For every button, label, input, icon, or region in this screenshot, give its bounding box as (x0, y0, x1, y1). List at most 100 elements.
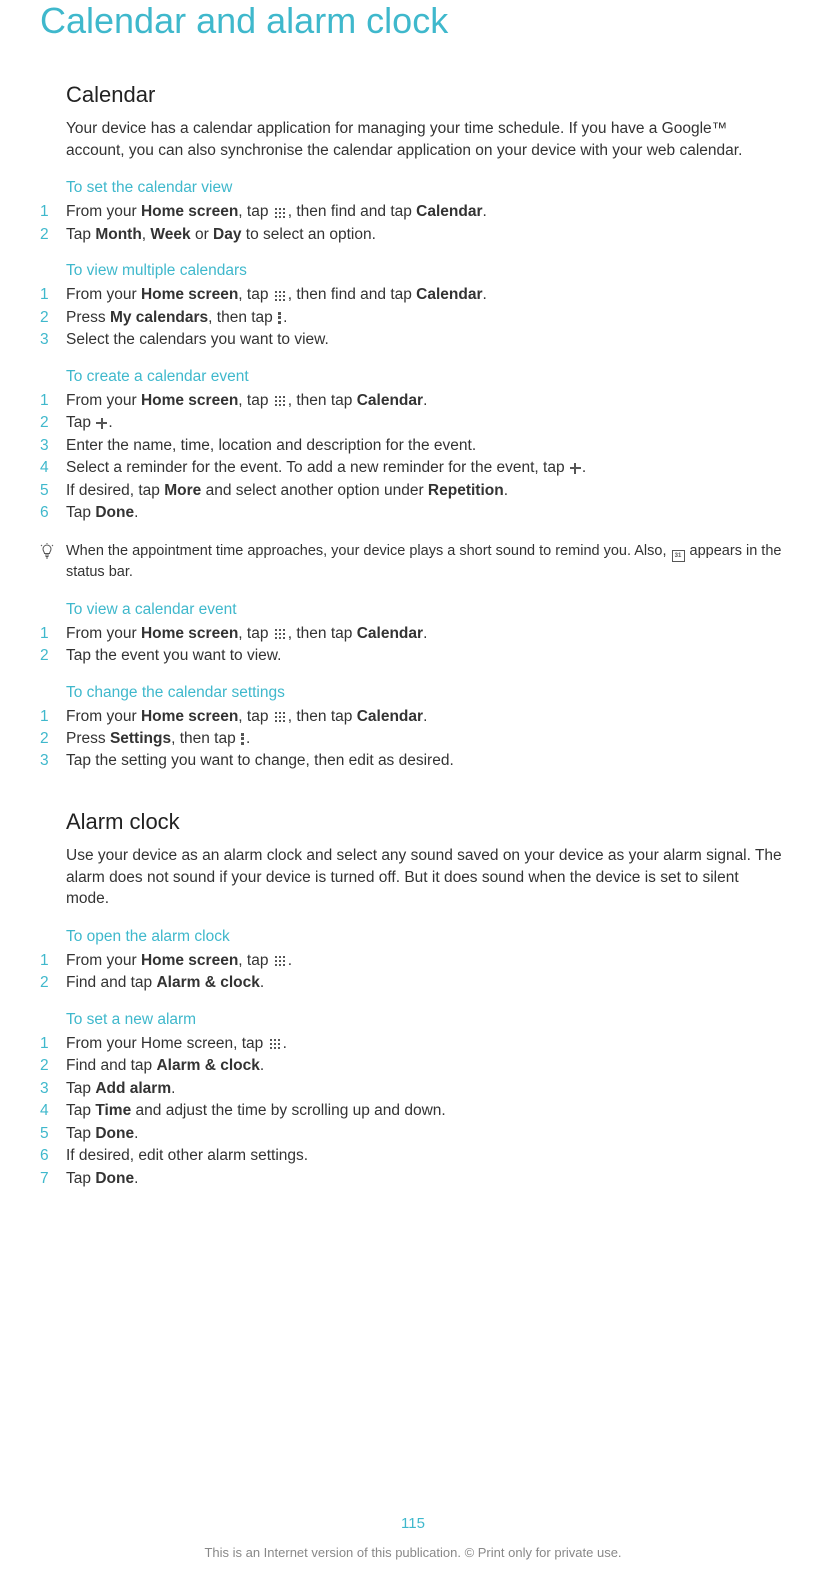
instruction-step: 3Select the calendars you want to view. (66, 329, 786, 351)
step-number: 2 (40, 728, 66, 750)
instruction-step: 5If desired, tap More and select another… (66, 480, 786, 502)
instruction-step: 2Tap the event you want to view. (66, 645, 786, 667)
tip-icon (40, 543, 54, 559)
instruction-step: 2Tap Month, Week or Day to select an opt… (66, 224, 786, 246)
step-text: Enter the name, time, location and descr… (66, 435, 786, 457)
plus-icon (96, 418, 107, 429)
step-number: 2 (40, 224, 66, 246)
step-text: From your Home screen, tap , then find a… (66, 201, 786, 223)
step-text: Select a reminder for the event. To add … (66, 457, 786, 479)
tip-text: When the appointment time approaches, yo… (66, 541, 786, 583)
step-number: 3 (40, 329, 66, 351)
options-icon (241, 733, 245, 745)
step-number: 3 (40, 435, 66, 457)
step-number: 6 (40, 502, 66, 524)
instruction-step: 4Select a reminder for the event. To add… (66, 457, 786, 479)
page-title: Calendar and alarm clock (40, 0, 786, 42)
step-text: Tap Add alarm. (66, 1078, 786, 1100)
view-multiple-steps: 1From your Home screen, tap , then find … (66, 284, 786, 351)
step-number: 7 (40, 1168, 66, 1190)
instruction-step: 3Tap the setting you want to change, the… (66, 750, 786, 772)
instruction-step: 1From your Home screen, tap , then tap C… (66, 706, 786, 728)
view-event-header: To view a calendar event (66, 601, 786, 619)
apps-grid-icon (274, 955, 287, 966)
step-number: 2 (40, 645, 66, 667)
change-settings-header: To change the calendar settings (66, 684, 786, 702)
page-content: Calendar and alarm clock Calendar Your d… (0, 0, 826, 1190)
step-text: Tap Done. (66, 1123, 786, 1145)
step-text: Tap Month, Week or Day to select an opti… (66, 224, 786, 246)
instruction-step: 3Enter the name, time, location and desc… (66, 435, 786, 457)
step-text: From your Home screen, tap , then tap Ca… (66, 623, 786, 645)
apps-grid-icon (274, 207, 287, 218)
step-text: From your Home screen, tap , then tap Ca… (66, 390, 786, 412)
alarm-intro: Use your device as an alarm clock and se… (66, 845, 786, 910)
step-text: Find and tap Alarm & clock. (66, 1055, 786, 1077)
calendar-day-icon: 31 (672, 550, 685, 562)
view-multiple-header: To view multiple calendars (66, 262, 786, 280)
instruction-step: 4Tap Time and adjust the time by scrolli… (66, 1100, 786, 1122)
instruction-step: 1From your Home screen, tap , then tap C… (66, 623, 786, 645)
set-view-header: To set the calendar view (66, 179, 786, 197)
calendar-heading: Calendar (66, 82, 786, 108)
instruction-step: 1From your Home screen, tap . (66, 950, 786, 972)
apps-grid-icon (269, 1038, 282, 1049)
apps-grid-icon (274, 290, 287, 301)
open-alarm-header: To open the alarm clock (66, 928, 786, 946)
instruction-step: 1From your Home screen, tap . (66, 1033, 786, 1055)
plus-icon (570, 463, 581, 474)
step-text: Find and tap Alarm & clock. (66, 972, 786, 994)
step-number: 1 (40, 201, 66, 223)
instruction-step: 7Tap Done. (66, 1168, 786, 1190)
step-text: Tap Time and adjust the time by scrollin… (66, 1100, 786, 1122)
step-text: From your Home screen, tap , then find a… (66, 284, 786, 306)
instruction-step: 3Tap Add alarm. (66, 1078, 786, 1100)
apps-grid-icon (274, 711, 287, 722)
instruction-step: 5Tap Done. (66, 1123, 786, 1145)
step-number: 1 (40, 623, 66, 645)
instruction-step: 2Find and tap Alarm & clock. (66, 1055, 786, 1077)
step-number: 3 (40, 750, 66, 772)
calendar-intro: Your device has a calendar application f… (66, 118, 786, 161)
step-number: 2 (40, 412, 66, 434)
step-number: 5 (40, 480, 66, 502)
open-alarm-steps: 1From your Home screen, tap .2Find and t… (66, 950, 786, 995)
apps-grid-icon (274, 395, 287, 406)
step-number: 6 (40, 1145, 66, 1167)
step-text: If desired, tap More and select another … (66, 480, 786, 502)
create-event-tip: When the appointment time approaches, yo… (66, 541, 786, 583)
change-settings-steps: 1From your Home screen, tap , then tap C… (66, 706, 786, 773)
step-text: From your Home screen, tap . (66, 950, 786, 972)
step-number: 1 (40, 706, 66, 728)
step-number: 4 (40, 457, 66, 479)
step-number: 5 (40, 1123, 66, 1145)
step-number: 1 (40, 284, 66, 306)
instruction-step: 1From your Home screen, tap , then find … (66, 284, 786, 306)
instruction-step: 2Press My calendars, then tap . (66, 307, 786, 329)
instruction-step: 6If desired, edit other alarm settings. (66, 1145, 786, 1167)
step-text: Tap the setting you want to change, then… (66, 750, 786, 772)
create-event-header: To create a calendar event (66, 368, 786, 386)
instruction-step: 2Press Settings, then tap . (66, 728, 786, 750)
step-number: 1 (40, 1033, 66, 1055)
alarm-heading: Alarm clock (66, 809, 786, 835)
instruction-step: 6Tap Done. (66, 502, 786, 524)
create-event-steps: 1From your Home screen, tap , then tap C… (66, 390, 786, 525)
step-text: Select the calendars you want to view. (66, 329, 786, 351)
step-text: Tap Done. (66, 502, 786, 524)
step-number: 3 (40, 1078, 66, 1100)
step-number: 2 (40, 307, 66, 329)
step-text: Press Settings, then tap . (66, 728, 786, 750)
step-text: Press My calendars, then tap . (66, 307, 786, 329)
page-number: 115 (0, 1515, 826, 1532)
apps-grid-icon (274, 628, 287, 639)
instruction-step: 1From your Home screen, tap , then tap C… (66, 390, 786, 412)
step-text: Tap the event you want to view. (66, 645, 786, 667)
step-text: Tap . (66, 412, 786, 434)
options-icon (278, 312, 282, 324)
step-number: 1 (40, 950, 66, 972)
alarm-section: Alarm clock Use your device as an alarm … (66, 809, 786, 1190)
step-text: If desired, edit other alarm settings. (66, 1145, 786, 1167)
set-alarm-steps: 1From your Home screen, tap .2Find and t… (66, 1033, 786, 1190)
view-event-steps: 1From your Home screen, tap , then tap C… (66, 623, 786, 668)
